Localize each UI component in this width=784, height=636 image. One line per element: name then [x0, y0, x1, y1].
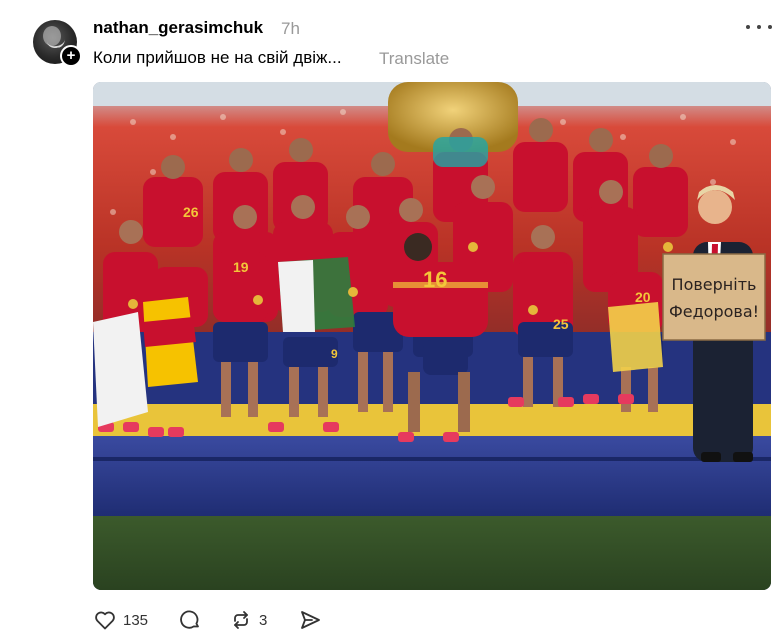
dot-icon — [746, 25, 750, 29]
repost-count: 3 — [259, 611, 268, 629]
stage — [93, 436, 771, 516]
sign-text-line2: Федорова! — [669, 302, 759, 321]
dot-icon — [757, 25, 761, 29]
heart-icon — [95, 611, 115, 630]
jersey-number: 16 — [423, 267, 447, 292]
post-photo[interactable]: 26 19 16 25 20 9 Поверніть Федорова! — [93, 82, 771, 590]
jersey-number: 26 — [183, 204, 199, 220]
jersey-number: 9 — [331, 347, 338, 361]
repost-icon — [234, 611, 248, 629]
like-button[interactable]: 135 — [93, 606, 148, 634]
jersey-number: 20 — [635, 289, 651, 305]
protest-sign: Поверніть Федорова! — [662, 253, 766, 341]
follow-plus-icon[interactable]: + — [60, 45, 82, 67]
comment-button[interactable] — [178, 606, 202, 634]
jersey-number: 19 — [233, 259, 249, 275]
username[interactable]: nathan_gerasimchuk — [93, 18, 263, 38]
team-celebration-image: 26 19 16 25 20 9 Поверніть Федорова! — [93, 82, 771, 590]
sign-text-line1: Поверніть — [672, 275, 757, 294]
jersey-number: 25 — [553, 316, 569, 332]
like-count: 135 — [123, 611, 149, 629]
post-caption: Коли прийшов не на свій двіж... — [93, 48, 342, 67]
translate-link[interactable]: Translate — [379, 49, 449, 69]
thread-post: + nathan_gerasimchuk 7h Коли прийшов не … — [0, 0, 784, 636]
post-time: 7h — [281, 19, 300, 38]
more-options-button[interactable] — [746, 17, 772, 37]
comment-icon — [180, 610, 199, 629]
share-icon — [301, 611, 320, 629]
stage-yellow-edge — [93, 404, 771, 436]
share-button[interactable] — [298, 606, 322, 634]
dot-icon — [768, 25, 772, 29]
repost-button[interactable]: 3 — [229, 606, 267, 634]
